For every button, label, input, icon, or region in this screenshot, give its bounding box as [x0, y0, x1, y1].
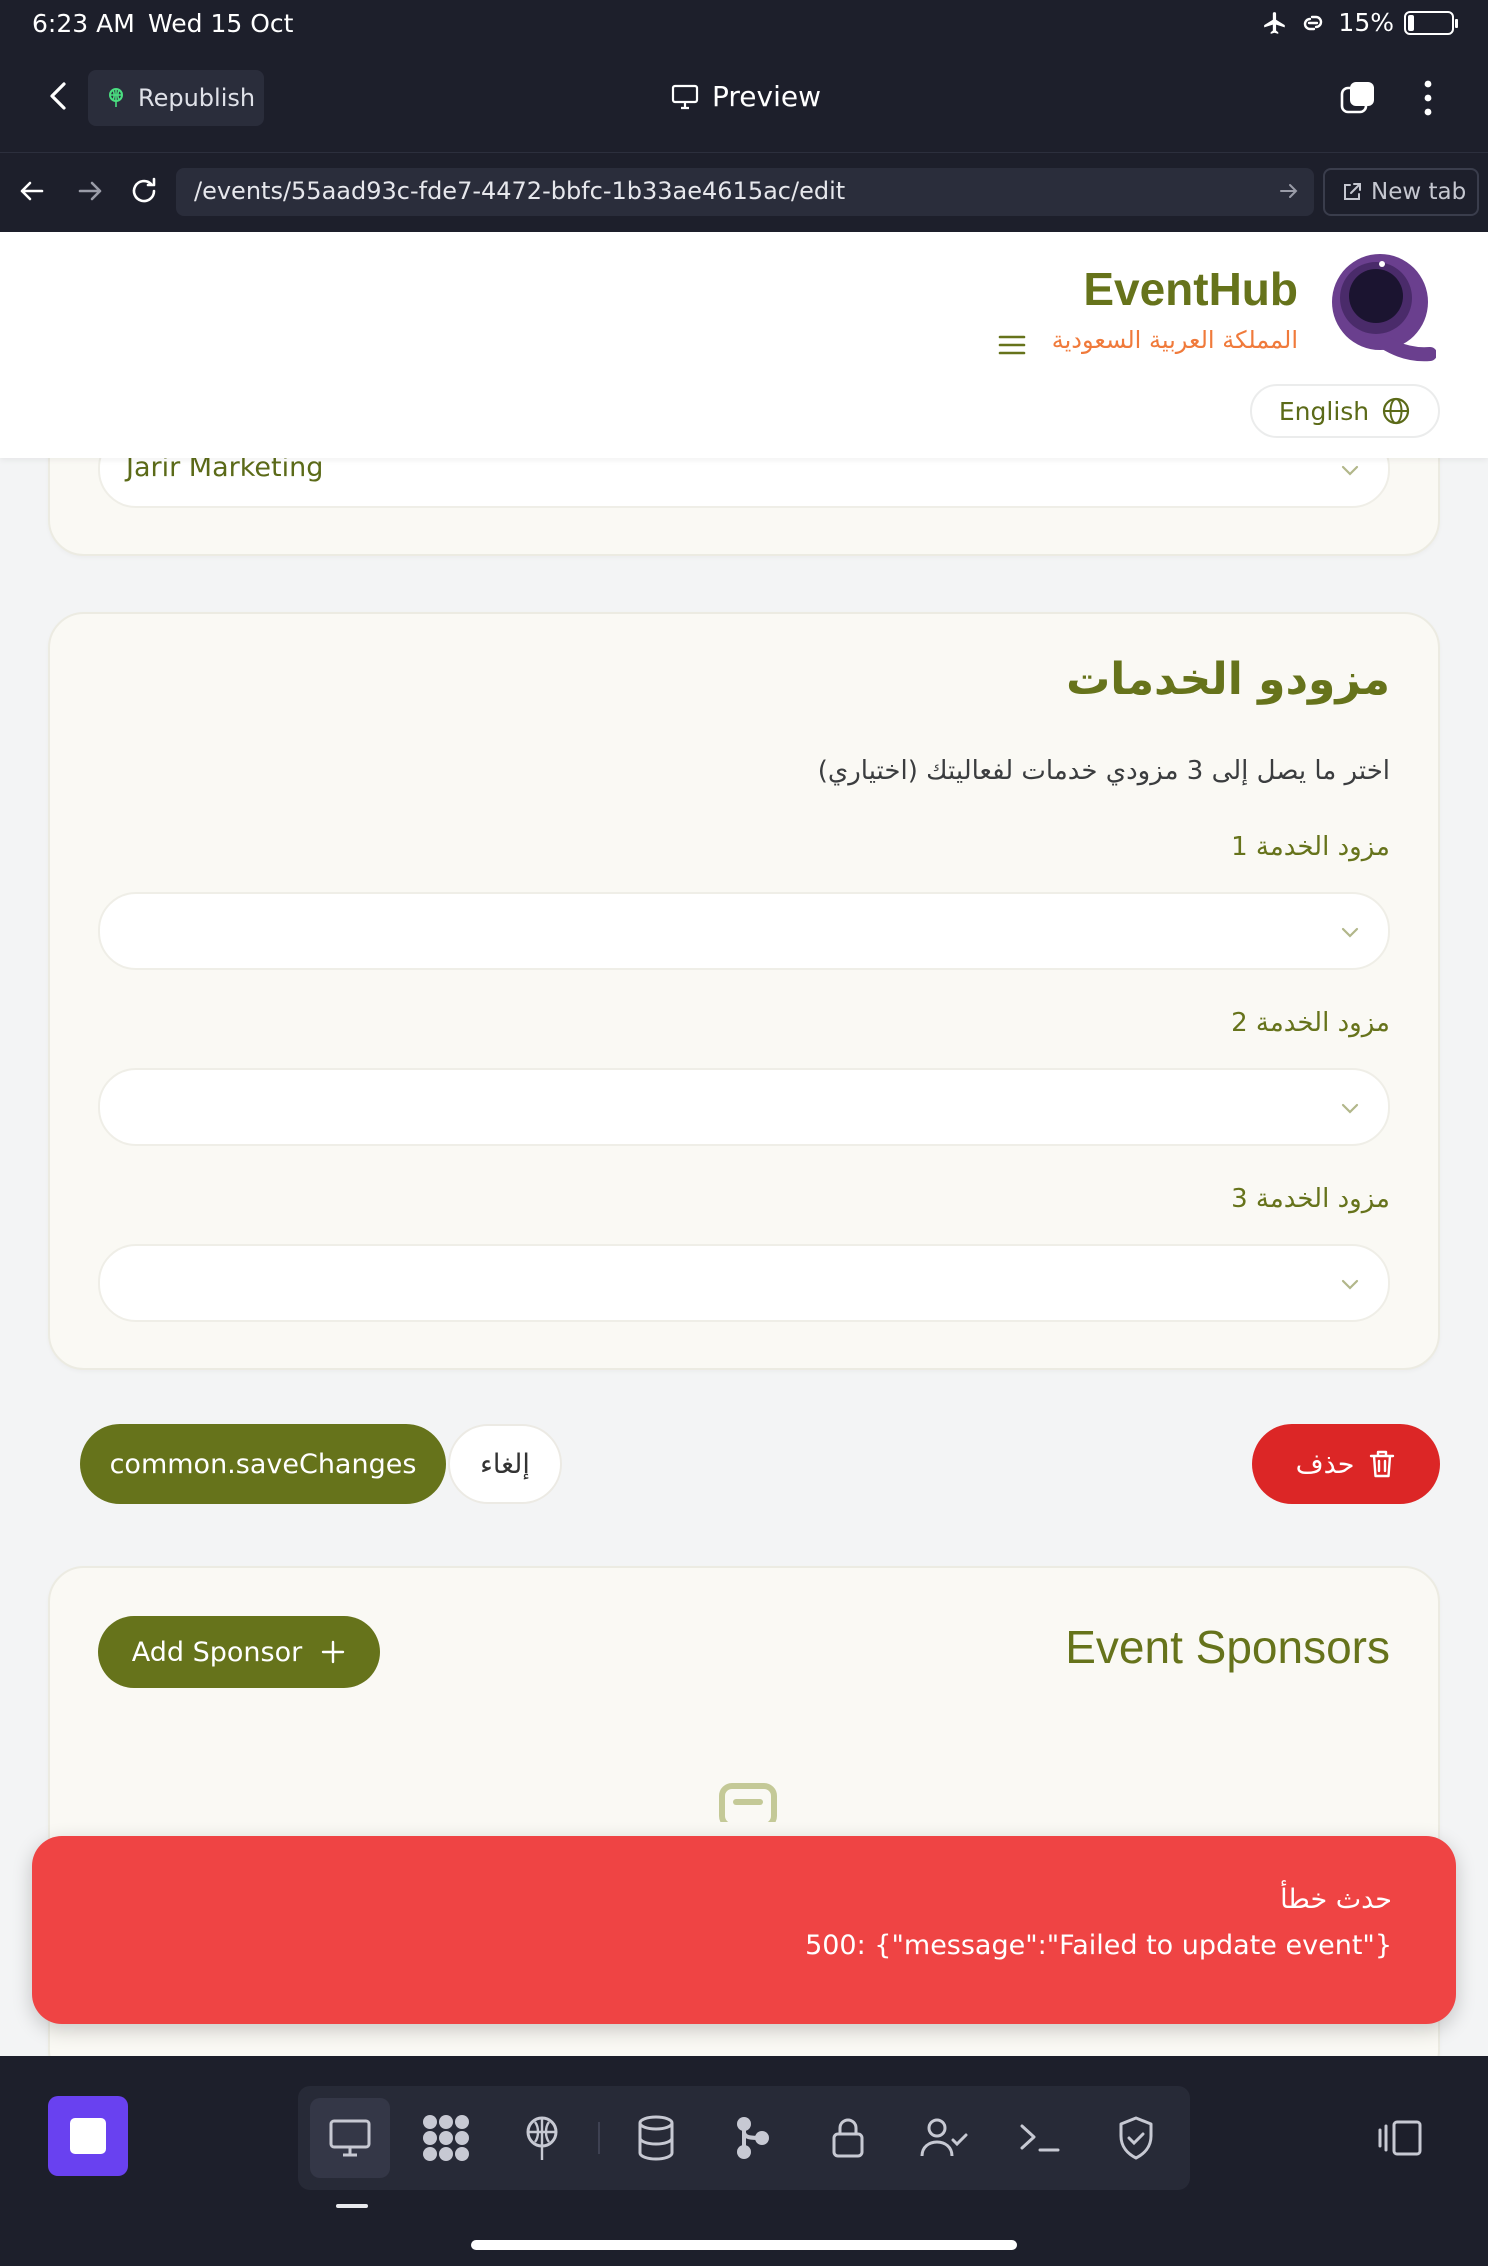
browser-forward-icon[interactable] — [72, 173, 108, 209]
tool-tray — [298, 2086, 1190, 2190]
security-shield-icon — [1119, 2116, 1153, 2160]
add-sponsor-button[interactable]: Add Sponsor — [98, 1616, 380, 1688]
service-provider-2-select[interactable] — [98, 1068, 1390, 1146]
secrets-lock-icon — [832, 2118, 864, 2158]
chevron-down-icon — [1341, 1103, 1359, 1114]
active-tool-indicator — [336, 2204, 368, 2208]
chevron-down-icon — [1341, 465, 1359, 476]
more-options-icon[interactable] — [1416, 76, 1440, 120]
new-tab-label: New tab — [1371, 179, 1467, 205]
service-provider-1-label: مزود الخدمة 1 — [1231, 832, 1390, 862]
workspace-dock — [0, 2056, 1488, 2266]
url-go-arrow-icon[interactable] — [1278, 180, 1300, 202]
event-sponsors-title: Event Sponsors — [1065, 1621, 1390, 1673]
back-chevron-icon[interactable] — [40, 76, 80, 116]
republish-button[interactable]: Republish — [88, 70, 264, 126]
preview-tab-title: Preview — [670, 80, 821, 113]
dock-separator — [598, 2122, 600, 2154]
auth-tool-button[interactable] — [904, 2098, 984, 2178]
deployments-tool-button[interactable] — [502, 2098, 582, 2178]
browser-url-row: /events/55aad93c-fde7-4472-bbfc-1b33ae46… — [0, 152, 1488, 232]
cancel-label: إلغاء — [480, 1448, 530, 1480]
brand-name[interactable]: EventHub — [1083, 262, 1298, 316]
language-switch-button[interactable]: English — [1250, 384, 1440, 438]
browser-reload-icon[interactable] — [126, 173, 162, 209]
app-header: EventHub المملكة العربية السعودية Englis… — [0, 232, 1488, 458]
stop-run-button[interactable] — [48, 2096, 128, 2176]
service-providers-card: مزودو الخدمات اختر ما يصل إلى 3 مزودي خد… — [48, 612, 1440, 1370]
add-sponsor-label: Add Sponsor — [131, 1636, 303, 1668]
external-link-icon — [1344, 183, 1361, 200]
apps-grid-icon — [423, 2115, 469, 2161]
chevron-down-icon — [1341, 927, 1359, 938]
preview-icon — [329, 2119, 371, 2157]
toast-title: حدث خطأ — [1280, 1884, 1392, 1915]
browser-back-icon[interactable] — [14, 173, 50, 209]
service-providers-title: مزودو الخدمات — [1066, 654, 1390, 705]
plus-icon — [322, 1640, 345, 1664]
home-indicator — [471, 2240, 1017, 2250]
shell-icon — [1020, 2124, 1060, 2152]
service-providers-description: اختر ما يصل إلى 3 مزودي خدمات لفعاليتك (… — [817, 756, 1390, 786]
republish-label: Republish — [138, 84, 256, 112]
language-label: English — [1278, 396, 1370, 426]
delete-button[interactable]: حذف — [1252, 1424, 1440, 1504]
link-icon — [1304, 15, 1323, 30]
new-tab-button[interactable]: New tab — [1323, 168, 1479, 216]
battery-percent: 15% — [1338, 8, 1394, 37]
status-date: Wed 15 Oct — [148, 9, 294, 38]
battery-icon — [1404, 10, 1458, 35]
preview-label: Preview — [712, 80, 821, 113]
url-text: /events/55aad93c-fde7-4472-bbfc-1b33ae46… — [194, 177, 846, 205]
git-tool-button[interactable] — [712, 2098, 792, 2178]
workspace-toolbar: Republish Preview — [0, 48, 1488, 152]
git-icon — [737, 2117, 769, 2159]
status-time: 6:23 AM — [32, 9, 135, 38]
error-toast[interactable]: حدث خطأ 500: {"message":"Failed to updat… — [32, 1836, 1456, 2024]
hamburger-menu-icon[interactable] — [998, 334, 1026, 356]
airplane-mode-icon — [1264, 11, 1286, 34]
brand-subtitle: المملكة العربية السعودية — [1051, 326, 1298, 354]
deploy-icon — [526, 2116, 558, 2160]
url-input[interactable]: /events/55aad93c-fde7-4472-bbfc-1b33ae46… — [176, 168, 1314, 216]
web-page-viewport: EventHub المملكة العربية السعودية Englis… — [0, 232, 1488, 2056]
chevron-down-icon — [1341, 1279, 1359, 1290]
status-indicators: 15% — [1262, 8, 1458, 37]
secrets-tool-button[interactable] — [808, 2098, 888, 2178]
globe-icon — [1383, 397, 1410, 425]
monitor-icon — [671, 84, 699, 109]
security-tool-button[interactable] — [1096, 2098, 1176, 2178]
preview-tool-button[interactable] — [310, 2098, 390, 2178]
toast-message: 500: {"message":"Failed to update event"… — [805, 1930, 1392, 1961]
trash-icon — [1370, 1450, 1395, 1478]
ios-status-bar: 6:23 AM Wed 15 Oct 15% — [0, 0, 1488, 48]
service-provider-1-select[interactable] — [98, 892, 1390, 970]
delete-label: حذف — [1295, 1448, 1355, 1480]
eventhub-logo[interactable] — [1326, 246, 1436, 372]
tabs-switcher-icon[interactable] — [1338, 78, 1378, 118]
cancel-button[interactable]: إلغاء — [448, 1424, 562, 1504]
empty-sponsors-icon — [719, 1783, 777, 1822]
apps-tool-button[interactable] — [406, 2098, 486, 2178]
battery-level-fill — [1408, 14, 1414, 31]
save-changes-button[interactable]: common.saveChanges — [80, 1424, 446, 1504]
database-tool-button[interactable] — [616, 2098, 696, 2178]
shell-tool-button[interactable] — [1000, 2098, 1080, 2178]
user-auth-icon — [920, 2118, 968, 2157]
database-icon — [638, 2115, 674, 2161]
deploy-icon — [109, 88, 123, 107]
service-provider-3-label: مزود الخدمة 3 — [1231, 1184, 1390, 1214]
save-changes-label: common.saveChanges — [109, 1448, 417, 1480]
sidebar-toggle-icon[interactable] — [1376, 2118, 1426, 2158]
service-provider-2-label: مزود الخدمة 2 — [1231, 1008, 1390, 1038]
service-provider-3-select[interactable] — [98, 1244, 1390, 1322]
